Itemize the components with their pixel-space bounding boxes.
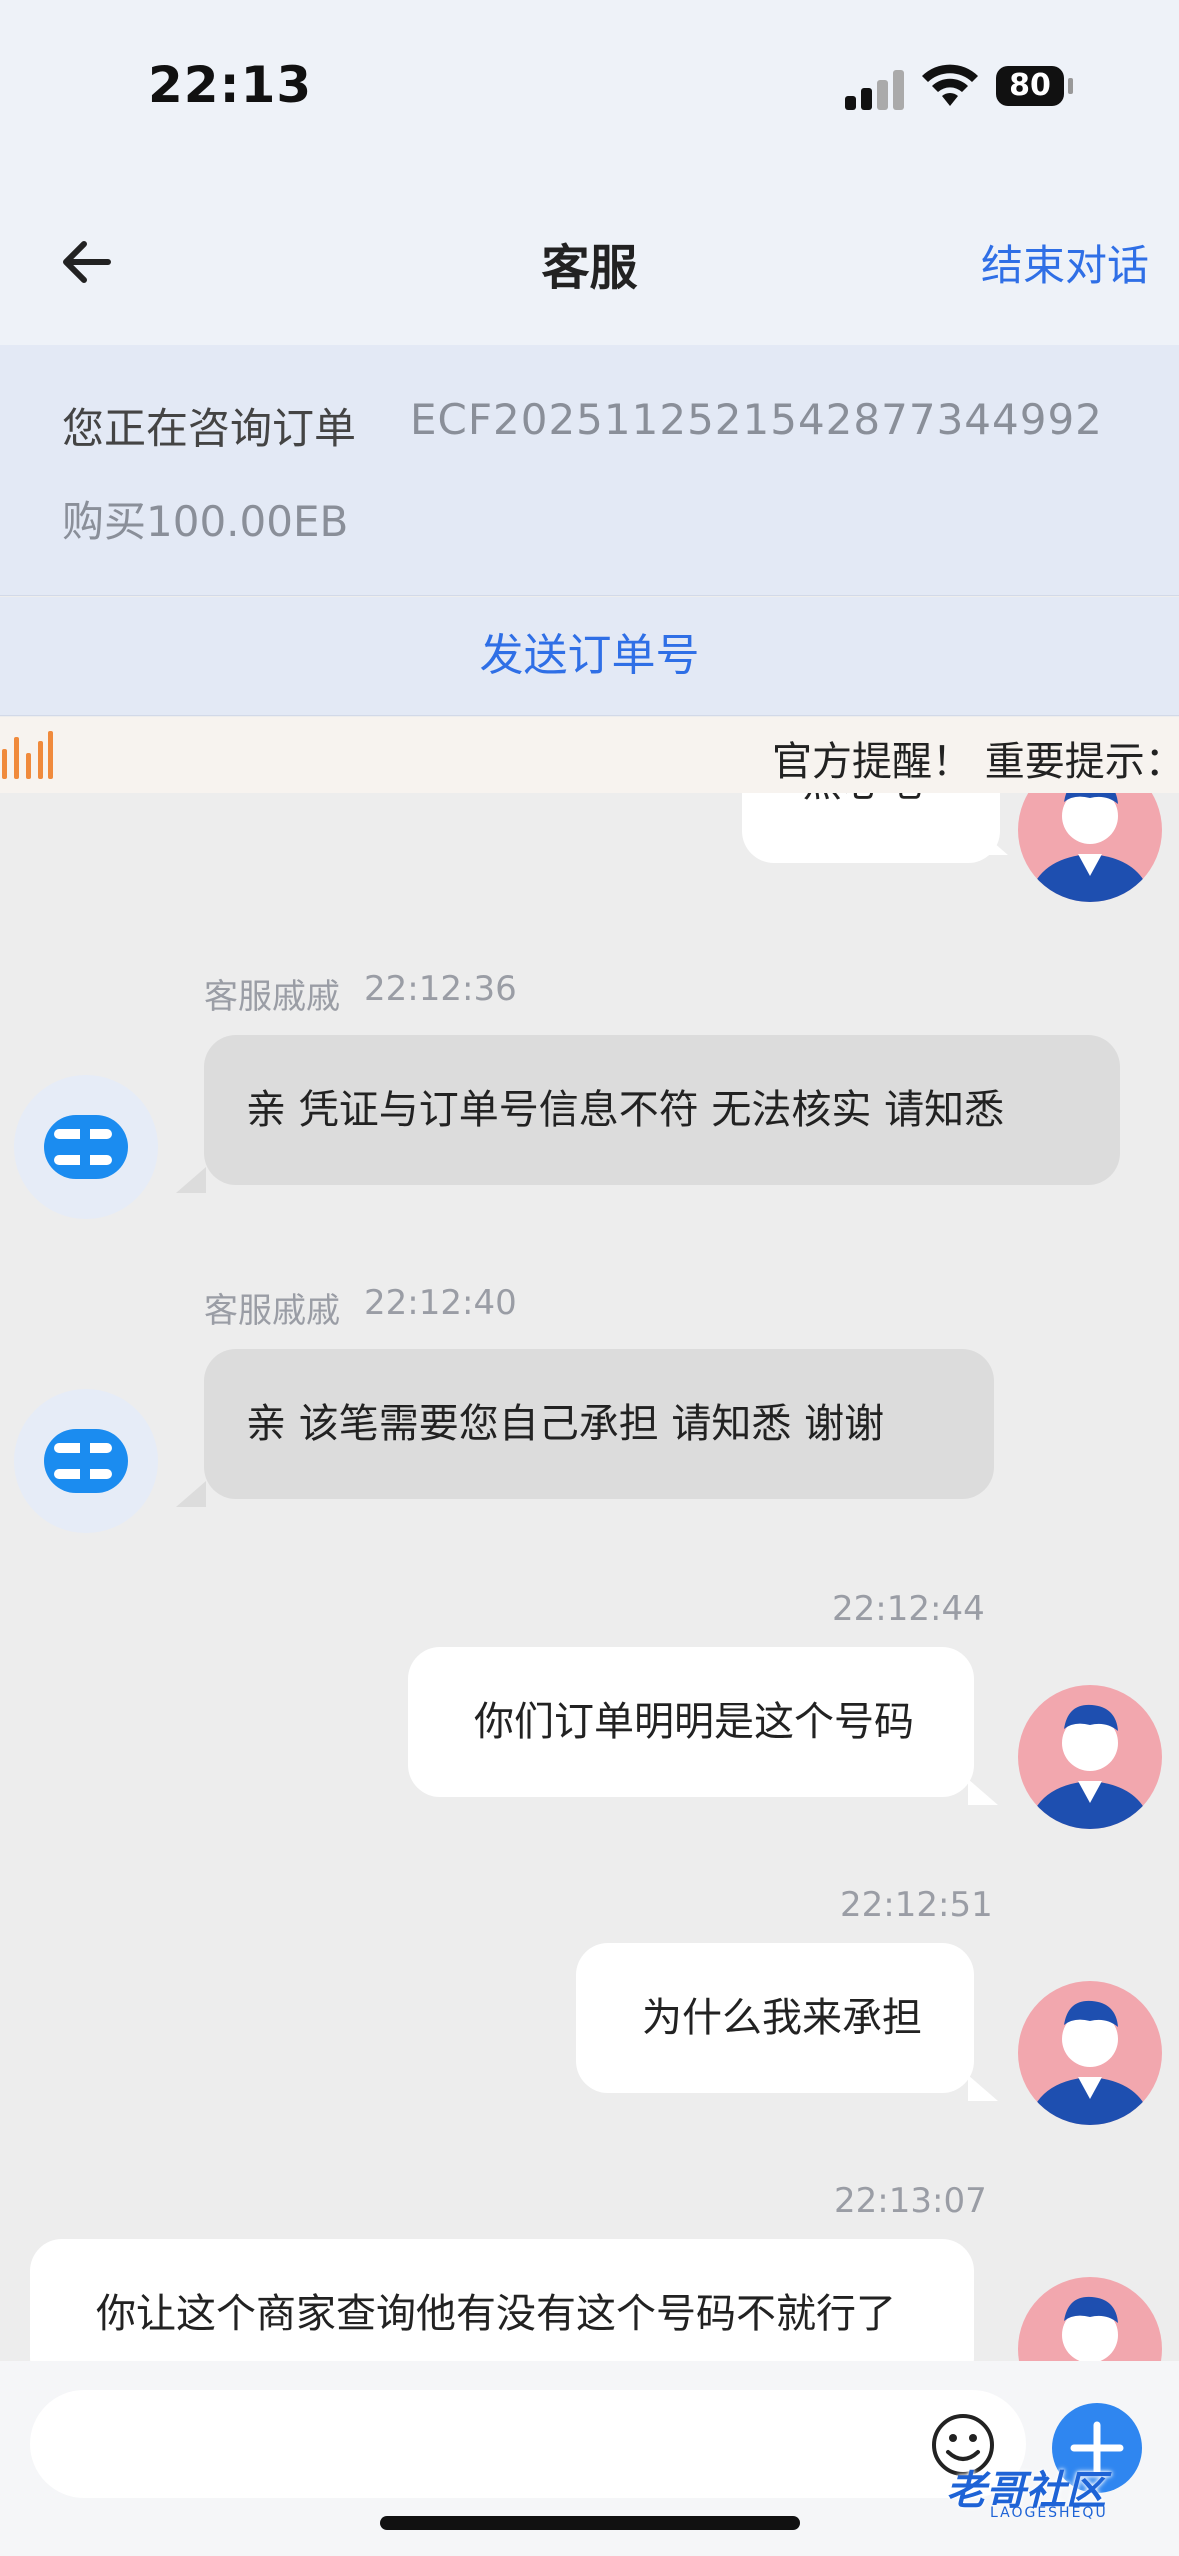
message-input[interactable] bbox=[30, 2390, 1026, 2498]
bubble-tail bbox=[978, 829, 1008, 855]
watermark-subtext: LAOGESHEQU bbox=[990, 2505, 1108, 2521]
chat-area[interactable]: 黑心吧 客服戚戚 22:12:36 亲 凭证与订单号信息不符 无法核实 请知悉 … bbox=[0, 793, 1179, 2361]
message-bubble[interactable]: 你们订单明明是这个号码 bbox=[408, 1647, 974, 1797]
user-avatar[interactable] bbox=[1018, 2277, 1162, 2361]
message-bubble[interactable]: 为什么我来承担 bbox=[576, 1943, 974, 2093]
user-avatar[interactable] bbox=[1018, 1981, 1162, 2125]
order-label: 您正在咨询订单 bbox=[62, 404, 357, 453]
message-bubble[interactable]: 亲 凭证与订单号信息不符 无法核实 请知悉 bbox=[204, 1035, 1120, 1185]
order-banner bbox=[0, 345, 1179, 596]
status-time: 22:13 bbox=[148, 56, 313, 114]
bubble-tail bbox=[968, 2075, 998, 2101]
notice-text: 官方提醒！ 重要提示： bbox=[772, 739, 1179, 785]
message-text: 为什么我来承担 bbox=[642, 1995, 922, 2041]
user-silhouette-icon bbox=[1028, 2000, 1152, 2125]
eb-logo-icon bbox=[44, 1429, 128, 1493]
user-silhouette-icon bbox=[1062, 2296, 1118, 2361]
user-silhouette-icon bbox=[1028, 793, 1152, 902]
battery-indicator: 80 bbox=[996, 66, 1064, 106]
message-text: 你让这个商家查询他有没有这个号码不就行了 bbox=[96, 2291, 896, 2337]
user-avatar[interactable] bbox=[1018, 793, 1162, 902]
message-text: 你们订单明明是这个号码 bbox=[474, 1699, 914, 1745]
message-sender: 客服戚戚 bbox=[204, 977, 340, 1017]
message-sender: 客服戚戚 bbox=[204, 1291, 340, 1331]
message-time: 22:12:36 bbox=[364, 969, 517, 1009]
message-text: 黑心吧 bbox=[802, 793, 922, 806]
order-number: ECF20251125215428773449​92 bbox=[410, 395, 1103, 444]
bubble-tail bbox=[176, 1481, 206, 1507]
message-text: 亲 该笔需要您自己承担 请知悉 谢谢 bbox=[246, 1401, 885, 1447]
message-time: 22:13:07 bbox=[834, 2181, 987, 2221]
message-time: 22:12:51 bbox=[840, 1885, 993, 1925]
message-time: 22:12:44 bbox=[832, 1589, 985, 1629]
order-description: 购买100.00EB bbox=[62, 497, 349, 546]
bubble-tail bbox=[176, 1167, 206, 1193]
support-avatar[interactable] bbox=[14, 1389, 158, 1533]
battery-tip bbox=[1068, 78, 1073, 94]
sound-wave-icon bbox=[2, 731, 54, 779]
message-bubble[interactable]: 黑心吧 bbox=[742, 793, 1000, 863]
message-bubble[interactable]: 亲 该笔需要您自己承担 请知悉 谢谢 bbox=[204, 1349, 994, 1499]
message-time: 22:12:40 bbox=[364, 1283, 517, 1323]
eb-logo-icon bbox=[44, 1115, 128, 1179]
bubble-tail bbox=[968, 1779, 998, 1805]
message-bubble[interactable]: 你让这个商家查询他有没有这个号码不就行了 bbox=[30, 2239, 974, 2361]
end-chat-button[interactable]: 结束对话 bbox=[981, 232, 1149, 293]
support-avatar[interactable] bbox=[14, 1075, 158, 1219]
wifi-icon bbox=[922, 64, 978, 106]
notice-bar: 官方提醒！ 重要提示： bbox=[0, 717, 1179, 793]
home-indicator[interactable] bbox=[380, 2516, 800, 2530]
user-silhouette-icon bbox=[1028, 1704, 1152, 1829]
message-text: 亲 凭证与订单号信息不符 无法核实 请知悉 bbox=[246, 1087, 1005, 1133]
send-order-number-button[interactable]: 发送订单号 bbox=[0, 597, 1179, 716]
cellular-signal-icon bbox=[845, 70, 907, 110]
user-avatar[interactable] bbox=[1018, 1685, 1162, 1829]
